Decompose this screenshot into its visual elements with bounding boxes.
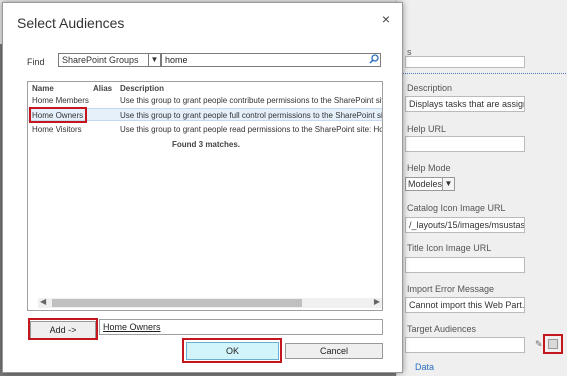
help-url-label: Help URL bbox=[407, 124, 447, 134]
section-divider bbox=[401, 73, 566, 74]
chevron-down-icon: ▼ bbox=[148, 54, 160, 66]
description-label: Description bbox=[407, 83, 453, 93]
webpart-properties-panel: s Description Displays tasks that are as… bbox=[396, 0, 567, 376]
horizontal-scrollbar[interactable]: ◀ ▶ bbox=[38, 297, 382, 308]
help-url-input[interactable] bbox=[405, 136, 525, 152]
title-icon-label: Title Icon Image URL bbox=[407, 243, 492, 253]
table-row[interactable]: Home Visitors Use this group to grant pe… bbox=[28, 123, 382, 136]
results-header: Name Alias Description bbox=[28, 82, 382, 94]
found-matches-text: Found 3 matches. bbox=[171, 140, 240, 149]
find-type-value: SharePoint Groups bbox=[62, 55, 139, 65]
scroll-right-icon[interactable]: ▶ bbox=[374, 297, 380, 306]
browse-icon bbox=[548, 339, 558, 349]
row-name: Home Members bbox=[32, 96, 89, 105]
close-icon[interactable]: × bbox=[382, 11, 390, 27]
title-icon-input[interactable] bbox=[405, 257, 525, 273]
row-name: Home Visitors bbox=[32, 125, 82, 134]
chevron-down-icon: ▼ bbox=[442, 178, 454, 190]
search-icon[interactable] bbox=[369, 54, 379, 66]
find-type-select[interactable]: SharePoint Groups ▼ bbox=[58, 53, 161, 67]
add-button-highlight bbox=[28, 318, 98, 340]
selected-audiences-field[interactable]: Home Owners bbox=[99, 319, 383, 335]
results-table: Name Alias Description Home Members Use … bbox=[27, 81, 383, 311]
target-audiences-label: Target Audiences bbox=[407, 324, 477, 334]
row-description: Use this group to grant people contribut… bbox=[120, 96, 382, 105]
data-section-link[interactable]: Data bbox=[415, 362, 434, 372]
find-label: Find bbox=[27, 57, 45, 67]
catalog-icon-input[interactable]: /_layouts/15/images/msustask.p bbox=[405, 217, 525, 233]
check-names-icon[interactable]: ✎ bbox=[535, 339, 543, 350]
target-audiences-input[interactable] bbox=[405, 337, 525, 353]
scrollbar-thumb[interactable] bbox=[52, 299, 302, 307]
row-description: Use this group to grant people read perm… bbox=[120, 125, 382, 134]
description-input[interactable]: Displays tasks that are assigned bbox=[405, 96, 525, 112]
selected-row-highlight bbox=[29, 107, 87, 123]
help-mode-select[interactable]: Modeless ▼ bbox=[405, 177, 455, 191]
panel-top-input[interactable] bbox=[405, 56, 525, 68]
dialog-title: Select Audiences bbox=[17, 15, 125, 31]
scroll-left-icon[interactable]: ◀ bbox=[40, 297, 46, 306]
ok-button-highlight bbox=[182, 338, 282, 363]
row-description: Use this group to grant people full cont… bbox=[120, 111, 382, 120]
find-input[interactable]: home bbox=[161, 53, 381, 67]
import-error-label: Import Error Message bbox=[407, 284, 495, 294]
catalog-icon-label: Catalog Icon Image URL bbox=[407, 203, 506, 213]
column-description-header: Description bbox=[120, 84, 165, 93]
cancel-button[interactable]: Cancel bbox=[285, 343, 383, 359]
column-alias-header: Alias bbox=[93, 84, 113, 93]
browse-audiences-button[interactable] bbox=[543, 334, 563, 354]
import-error-input[interactable]: Cannot import this Web Part. bbox=[405, 297, 525, 313]
help-mode-value: Modeless bbox=[408, 179, 447, 189]
help-mode-label: Help Mode bbox=[407, 163, 451, 173]
table-row[interactable]: Home Members Use this group to grant peo… bbox=[28, 94, 382, 107]
column-name-header: Name bbox=[32, 84, 54, 93]
select-audiences-dialog: Select Audiences × Find SharePoint Group… bbox=[2, 2, 403, 373]
selected-audience-entry[interactable]: Home Owners bbox=[103, 322, 161, 332]
